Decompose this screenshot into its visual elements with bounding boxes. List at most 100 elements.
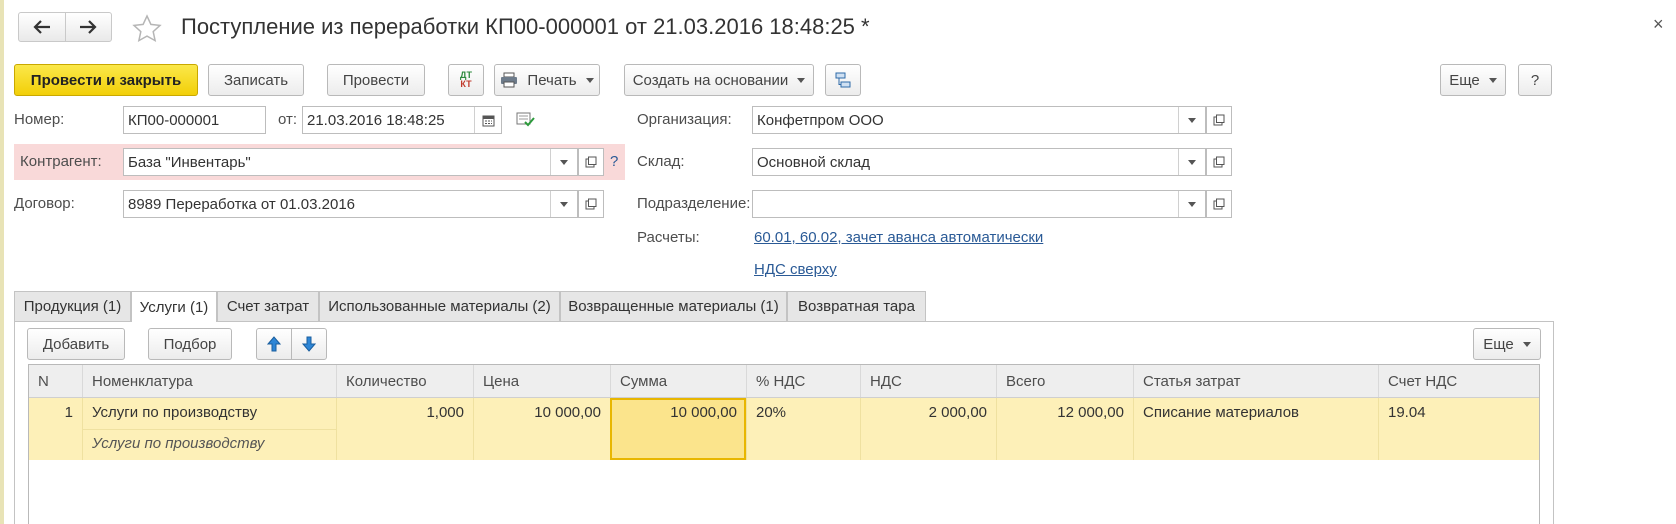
move-down-button[interactable] xyxy=(291,328,327,360)
cell-cost-item[interactable]: Списание материалов xyxy=(1133,398,1378,460)
total-value: 12 000,00 xyxy=(1057,404,1124,421)
column-header-n[interactable]: N xyxy=(29,365,82,397)
column-header-vat-account[interactable]: Счет НДС xyxy=(1378,365,1539,397)
column-header-vat-rate[interactable]: % НДС xyxy=(746,365,860,397)
left-edge-bar xyxy=(0,0,4,524)
print-button[interactable]: Печать xyxy=(494,64,600,96)
cell-quantity[interactable]: 1,000 xyxy=(336,398,473,460)
organization-dropdown-button[interactable] xyxy=(1178,107,1205,133)
counterparty-field[interactable]: База "Инвентарь" xyxy=(123,148,578,176)
sum-value: 10 000,00 xyxy=(670,404,737,421)
chevron-down-icon xyxy=(1188,201,1196,207)
post-button[interactable]: Провести xyxy=(327,64,425,96)
column-header-cost-item[interactable]: Статья затрат xyxy=(1133,365,1378,397)
cell-price[interactable]: 10 000,00 xyxy=(473,398,610,460)
structure-icon xyxy=(835,72,851,88)
contract-label: Договор: xyxy=(14,195,75,212)
warehouse-dropdown-button[interactable] xyxy=(1178,149,1205,175)
dt-kt-button[interactable]: ДТ КТ xyxy=(448,64,484,96)
item-content: Услуги по производству xyxy=(92,435,265,452)
cell-sum[interactable]: 10 000,00 xyxy=(610,398,746,460)
arrow-right-icon xyxy=(80,20,97,34)
settlements-link[interactable]: 60.01, 60.02, зачет аванса автоматически xyxy=(754,229,1043,246)
save-button[interactable]: Записать xyxy=(208,64,304,96)
column-header-item[interactable]: Номенклатура xyxy=(82,365,336,397)
create-based-on-button[interactable]: Создать на основании xyxy=(624,64,814,96)
open-icon xyxy=(585,156,597,168)
chevron-down-icon xyxy=(1488,77,1497,83)
tab-services[interactable]: Услуги (1) xyxy=(131,291,217,322)
favorite-star-icon[interactable] xyxy=(132,14,162,44)
number-label: Номер: xyxy=(14,111,65,128)
create-based-on-label: Создать на основании xyxy=(632,71,789,89)
column-header-total[interactable]: Всего xyxy=(996,365,1133,397)
cell-vat-rate[interactable]: 20% xyxy=(746,398,860,460)
department-dropdown-button[interactable] xyxy=(1178,191,1205,217)
tab-products[interactable]: Продукция (1) xyxy=(14,291,131,321)
vat-account-value: 19.04 xyxy=(1388,404,1426,421)
department-label: Подразделение: xyxy=(637,195,751,212)
forward-button[interactable] xyxy=(64,13,112,41)
calendar-button[interactable] xyxy=(474,107,501,133)
back-button[interactable] xyxy=(19,13,65,41)
price-value: 10 000,00 xyxy=(534,404,601,421)
organization-field[interactable]: Конфетпром ООО xyxy=(752,106,1206,134)
document-title: Поступление из переработки КП00-000001 о… xyxy=(181,14,870,39)
tab-used-materials[interactable]: Использованные материалы (2) xyxy=(319,291,560,321)
move-up-button[interactable] xyxy=(256,328,292,360)
table-header: N Номенклатура Количество Цена Сумма % Н… xyxy=(29,365,1539,398)
department-field[interactable] xyxy=(752,190,1206,218)
structure-button[interactable] xyxy=(825,64,861,96)
vat-on-top-link[interactable]: НДС сверху xyxy=(754,261,837,278)
counterparty-dropdown-button[interactable] xyxy=(550,149,577,175)
printer-icon xyxy=(501,72,518,88)
more-button[interactable]: Еще xyxy=(1440,64,1506,96)
cell-vat-account[interactable]: 19.04 xyxy=(1378,398,1539,460)
calendar-icon xyxy=(482,115,494,126)
posting-status-icon[interactable] xyxy=(516,112,536,132)
table-more-button[interactable]: Еще xyxy=(1473,328,1541,360)
arrow-down-icon xyxy=(302,336,316,352)
number-field[interactable]: КП00-000001 xyxy=(123,106,266,134)
help-button[interactable]: ? xyxy=(1518,64,1552,96)
tab-cost-account[interactable]: Счет затрат xyxy=(217,291,319,321)
tab-returnable-packaging[interactable]: Возвратная тара xyxy=(787,291,926,321)
open-icon xyxy=(1213,114,1225,126)
cell-vat[interactable]: 2 000,00 xyxy=(860,398,996,460)
warehouse-value: Основной склад xyxy=(757,153,871,171)
date-field[interactable]: 21.03.2016 18:48:25 xyxy=(302,106,502,134)
print-label: Печать xyxy=(527,71,577,89)
close-icon[interactable]: × xyxy=(1653,14,1664,35)
cell-total[interactable]: 12 000,00 xyxy=(996,398,1133,460)
chevron-down-icon xyxy=(1188,159,1196,165)
pick-button[interactable]: Подбор xyxy=(148,328,232,360)
arrow-left-icon xyxy=(33,20,50,34)
tab-returned-materials[interactable]: Возвращенные материалы (1) xyxy=(560,291,787,321)
more-label: Еще xyxy=(1449,71,1480,89)
cell-item[interactable]: Услуги по производству Услуги по произво… xyxy=(82,398,336,460)
department-open-button[interactable] xyxy=(1206,190,1232,218)
table-row[interactable]: 1 Услуги по производству Услуги по произ… xyxy=(29,398,1539,460)
contract-dropdown-button[interactable] xyxy=(550,191,577,217)
post-and-close-button[interactable]: Провести и закрыть xyxy=(14,64,198,96)
add-row-button[interactable]: Добавить xyxy=(27,328,125,360)
warehouse-open-button[interactable] xyxy=(1206,148,1232,176)
counterparty-open-button[interactable] xyxy=(578,148,604,176)
column-header-quantity[interactable]: Количество xyxy=(336,365,473,397)
column-header-sum[interactable]: Сумма xyxy=(610,365,746,397)
warehouse-label: Склад: xyxy=(637,153,685,170)
contract-open-button[interactable] xyxy=(578,190,604,218)
cell-n: 1 xyxy=(29,398,82,460)
contract-field[interactable]: 8989 Переработка от 01.03.2016 xyxy=(123,190,578,218)
organization-label: Организация: xyxy=(637,111,732,128)
contract-value: 8989 Переработка от 01.03.2016 xyxy=(128,195,356,213)
chevron-down-icon xyxy=(560,159,568,165)
organization-open-button[interactable] xyxy=(1206,106,1232,134)
column-header-price[interactable]: Цена xyxy=(473,365,610,397)
column-header-vat[interactable]: НДС xyxy=(860,365,996,397)
open-icon xyxy=(585,198,597,210)
vat-rate-value: 20% xyxy=(756,404,787,421)
open-icon xyxy=(1213,198,1225,210)
warehouse-field[interactable]: Основной склад xyxy=(752,148,1206,176)
counterparty-hint-icon[interactable]: ? xyxy=(610,153,618,170)
